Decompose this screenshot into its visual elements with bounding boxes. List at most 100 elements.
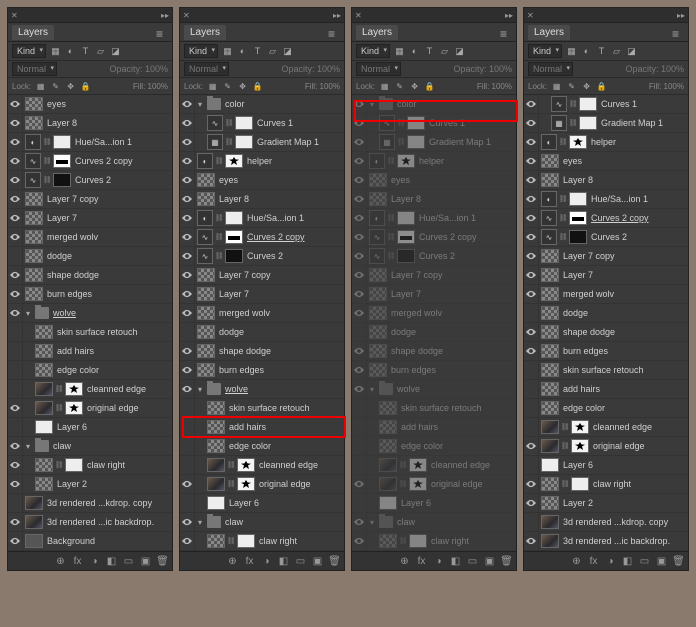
- visibility-toggle[interactable]: [8, 361, 23, 379]
- layer-thumbnail[interactable]: [225, 230, 243, 244]
- layer-name[interactable]: merged wolv: [217, 308, 342, 318]
- layer-name[interactable]: Layer 8: [45, 118, 170, 128]
- visibility-toggle[interactable]: [8, 171, 23, 189]
- link-icon[interactable]: ⛓: [561, 480, 569, 488]
- lock-transparent-icon[interactable]: ▦: [207, 81, 218, 92]
- layer-row[interactable]: ◐⛓Hue/Sa...ion 1: [8, 133, 172, 152]
- visibility-toggle[interactable]: [8, 399, 23, 417]
- link-icon[interactable]: ⛓: [561, 442, 569, 450]
- filter-adjust-icon[interactable]: ◐: [581, 46, 592, 57]
- layer-name[interactable]: shape dodge: [217, 346, 342, 356]
- layer-name[interactable]: edge color: [399, 441, 514, 451]
- visibility-toggle[interactable]: [352, 95, 367, 113]
- layer-row[interactable]: Layer 2: [524, 494, 688, 513]
- disclosure-icon[interactable]: ▾: [23, 442, 33, 451]
- delete-layer-icon[interactable]: 🗑: [673, 556, 684, 567]
- visibility-toggle[interactable]: [180, 133, 195, 151]
- layer-row[interactable]: Layer 8: [8, 114, 172, 133]
- delete-layer-icon[interactable]: 🗑: [157, 556, 168, 567]
- visibility-toggle[interactable]: [524, 190, 539, 208]
- visibility-toggle[interactable]: [352, 152, 367, 170]
- layer-name[interactable]: Layer 2: [561, 498, 686, 508]
- layer-thumbnail[interactable]: [35, 420, 53, 434]
- layer-row[interactable]: ⛓original edge: [180, 475, 344, 494]
- layer-name[interactable]: Layer 8: [561, 175, 686, 185]
- layer-name[interactable]: merged wolv: [561, 289, 686, 299]
- layer-name[interactable]: eyes: [561, 156, 686, 166]
- layer-thumbnail[interactable]: [379, 439, 397, 453]
- visibility-toggle[interactable]: [524, 95, 539, 113]
- layer-row[interactable]: ⛓claw right: [180, 532, 344, 551]
- visibility-toggle[interactable]: [524, 494, 539, 512]
- layer-thumbnail[interactable]: [541, 534, 559, 548]
- layer-thumbnail[interactable]: [53, 154, 71, 168]
- visibility-toggle[interactable]: [524, 266, 539, 284]
- filter-kind-dropdown[interactable]: Kind: [12, 44, 46, 58]
- layer-thumbnail[interactable]: [397, 230, 415, 244]
- layer-group-row[interactable]: ▾wolve: [180, 380, 344, 399]
- layer-thumbnail[interactable]: [369, 363, 387, 377]
- link-icon[interactable]: ⛓: [387, 157, 395, 165]
- layer-thumbnail[interactable]: [197, 325, 215, 339]
- layer-row[interactable]: Layer 7: [8, 209, 172, 228]
- visibility-toggle[interactable]: [8, 456, 23, 474]
- layer-thumbnail[interactable]: [25, 116, 43, 130]
- layer-thumbnail[interactable]: [541, 306, 559, 320]
- lock-all-icon[interactable]: 🔒: [80, 81, 91, 92]
- layer-thumbnail[interactable]: [541, 515, 559, 529]
- visibility-toggle[interactable]: [524, 437, 539, 455]
- layer-thumbnail[interactable]: [541, 439, 559, 453]
- layer-row[interactable]: Layer 8: [180, 190, 344, 209]
- layer-thumbnail[interactable]: [541, 344, 559, 358]
- layer-thumbnail[interactable]: [197, 173, 215, 187]
- layer-name[interactable]: eyes: [389, 175, 514, 185]
- layer-row[interactable]: merged wolv: [524, 285, 688, 304]
- layer-thumbnail[interactable]: [25, 211, 43, 225]
- layer-name[interactable]: Gradient Map 1: [255, 137, 342, 147]
- layer-name[interactable]: Layer 7 copy: [45, 194, 170, 204]
- layer-thumbnail[interactable]: [397, 211, 415, 225]
- link-icon[interactable]: ⛓: [55, 461, 63, 469]
- layer-thumbnail[interactable]: [207, 439, 225, 453]
- panel-menu-icon[interactable]: [156, 27, 168, 37]
- lock-paint-icon[interactable]: ✎: [566, 81, 577, 92]
- layer-row[interactable]: 3d rendered ...ic backdrop.: [8, 513, 172, 532]
- layer-row[interactable]: burn edges: [352, 361, 516, 380]
- layer-name[interactable]: claw right: [85, 460, 170, 470]
- layer-thumbnail[interactable]: [369, 287, 387, 301]
- visibility-toggle[interactable]: [524, 475, 539, 493]
- add-mask-icon[interactable]: ◑: [89, 556, 100, 567]
- layer-name[interactable]: claw right: [429, 536, 514, 546]
- layer-name[interactable]: dodge: [45, 251, 170, 261]
- new-layer-icon[interactable]: ▣: [140, 556, 151, 567]
- visibility-toggle[interactable]: [180, 418, 195, 436]
- visibility-toggle[interactable]: [180, 171, 195, 189]
- link-icon[interactable]: ⛓: [43, 157, 51, 165]
- layer-thumbnail[interactable]: [35, 382, 53, 396]
- layer-row[interactable]: skin surface retouch: [524, 361, 688, 380]
- filter-adjust-icon[interactable]: ◐: [409, 46, 420, 57]
- mask-thumbnail[interactable]: [409, 534, 427, 548]
- visibility-toggle[interactable]: [352, 266, 367, 284]
- visibility-toggle[interactable]: [180, 95, 195, 113]
- layer-row[interactable]: shape dodge: [180, 342, 344, 361]
- lock-position-icon[interactable]: ✥: [65, 81, 76, 92]
- delete-layer-icon[interactable]: 🗑: [329, 556, 340, 567]
- layer-thumbnail[interactable]: [397, 154, 415, 168]
- close-icon[interactable]: ✕: [355, 11, 362, 20]
- mask-thumbnail[interactable]: [237, 477, 255, 491]
- layer-name[interactable]: burn edges: [45, 289, 170, 299]
- link-icon[interactable]: ⛓: [397, 119, 405, 127]
- layer-thumbnail[interactable]: [541, 287, 559, 301]
- layer-group-row[interactable]: ▾claw: [352, 513, 516, 532]
- layer-thumbnail[interactable]: [197, 363, 215, 377]
- layer-group-row[interactable]: ▾wolve: [8, 304, 172, 323]
- layer-name[interactable]: claw: [223, 517, 342, 527]
- layer-name[interactable]: helper: [245, 156, 342, 166]
- link-icon[interactable]: ⛓: [215, 233, 223, 241]
- mask-thumbnail[interactable]: [409, 458, 427, 472]
- filter-type-icon[interactable]: T: [80, 46, 91, 57]
- visibility-toggle[interactable]: [352, 190, 367, 208]
- layer-row[interactable]: ⛓claw right: [524, 475, 688, 494]
- layer-row[interactable]: ∿⛓Curves 2 copy: [524, 209, 688, 228]
